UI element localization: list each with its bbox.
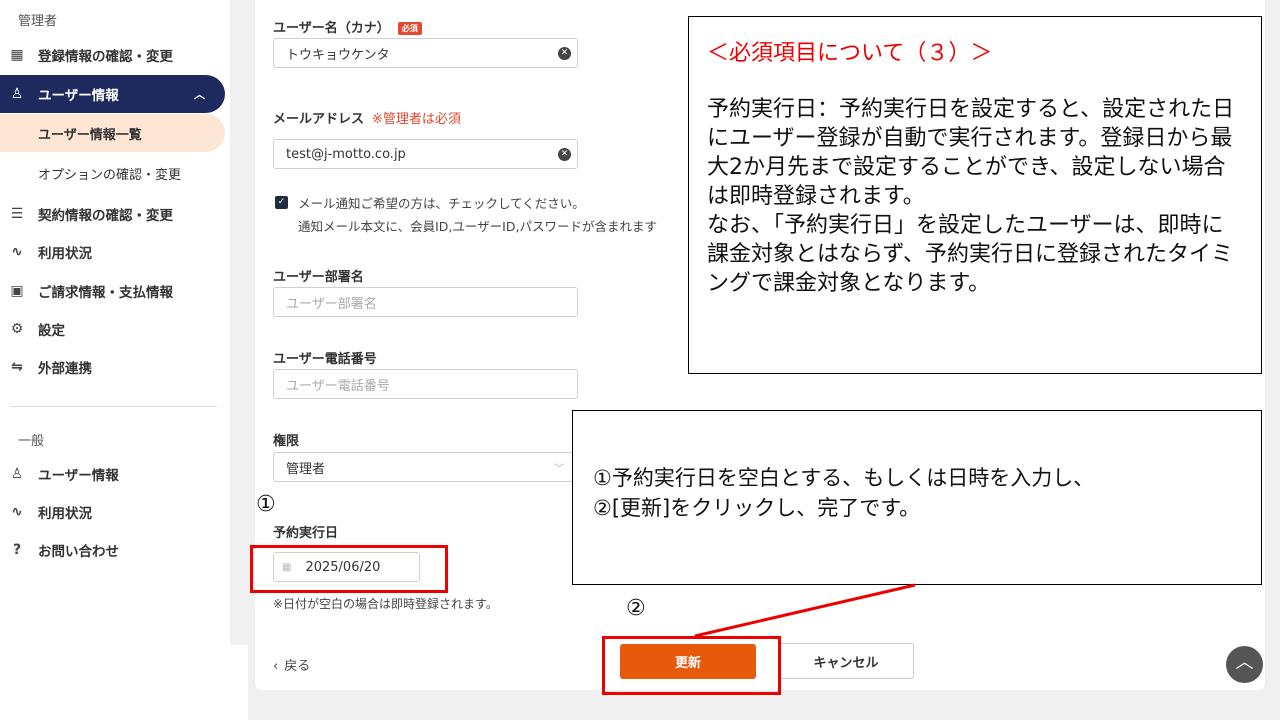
highlight-update: [602, 636, 781, 695]
highlight-date: [250, 545, 448, 593]
marker-1: ①: [256, 492, 276, 517]
connector-line: [694, 583, 916, 638]
marker-2: ②: [626, 596, 646, 621]
